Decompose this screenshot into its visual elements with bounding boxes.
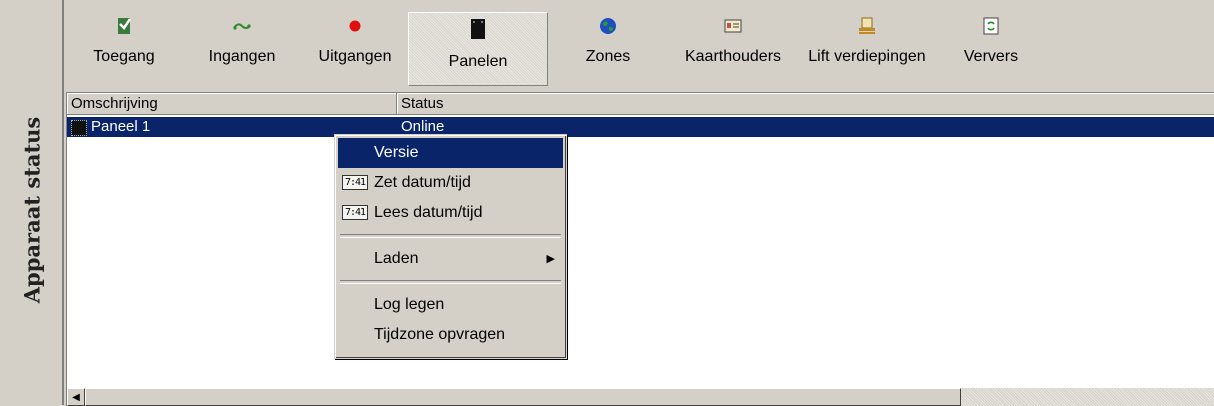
column-status[interactable]: Status [397,93,1214,115]
table-row[interactable]: Paneel 1 Online [67,117,1214,137]
menu-item-lees-datum-tijd[interactable]: 7:41 Lees datum/tijd [338,198,563,228]
side-panel: Apparaat status [0,0,64,405]
scrollbar-thumb[interactable] [85,388,961,406]
panel-icon [71,119,87,136]
toolbar-lift-verdiepingen-button[interactable]: Lift verdiepingen [798,10,936,84]
menu-separator [340,234,561,238]
toolbar-ververs-button[interactable]: Ververs [936,10,1046,84]
menu-separator [340,280,561,284]
submenu-arrow-icon: ▶ [546,253,555,265]
menu-item-laden[interactable]: Laden ▶ [338,244,563,274]
menu-item-tijdzone-opvragen[interactable]: Tijdzone opvragen [338,320,563,350]
row-description: Paneel 1 [91,118,151,135]
toolbar-uitgangen-button[interactable]: Uitgangen [302,10,408,84]
uitgangen-icon [345,16,365,36]
list-header: Omschrijving Status [67,93,1214,115]
horizontal-scrollbar[interactable]: ◀ [67,388,1214,406]
column-omschrijving[interactable]: Omschrijving [67,93,397,115]
menu-item-log-legen[interactable]: Log legen [338,290,563,320]
toolbar-panelen-button[interactable]: Panelen [408,12,548,86]
toolbar: Toegang Ingangen Uitgangen Panelen Zones… [66,10,1214,90]
ververs-icon [981,16,1001,36]
triangle-left-icon: ◀ [72,391,80,403]
kaarthouders-icon [723,16,743,36]
zones-icon [598,16,618,36]
toolbar-ingangen-button[interactable]: Ingangen [182,10,302,84]
toolbar-toegang-button[interactable]: Toegang [66,10,182,84]
clock-icon: 7:41 [342,205,368,220]
side-title: Apparaat status [19,116,45,304]
menu-item-versie[interactable]: Versie [338,138,563,168]
device-list[interactable]: Omschrijving Status Paneel 1 Online ◀ [66,92,1214,406]
toegang-icon [114,16,134,36]
toolbar-zones-button[interactable]: Zones [548,10,668,84]
menu-item-zet-datum-tijd[interactable]: 7:41 Zet datum/tijd [338,168,563,198]
clock-icon: 7:41 [342,175,368,190]
ingangen-icon [232,16,252,36]
context-menu: Versie 7:41 Zet datum/tijd 7:41 Lees dat… [334,134,567,359]
scroll-left-button[interactable]: ◀ [67,388,85,406]
toolbar-kaarthouders-button[interactable]: Kaarthouders [668,10,798,84]
lift-verdiepingen-icon [857,16,877,36]
panelen-icon [468,19,488,39]
